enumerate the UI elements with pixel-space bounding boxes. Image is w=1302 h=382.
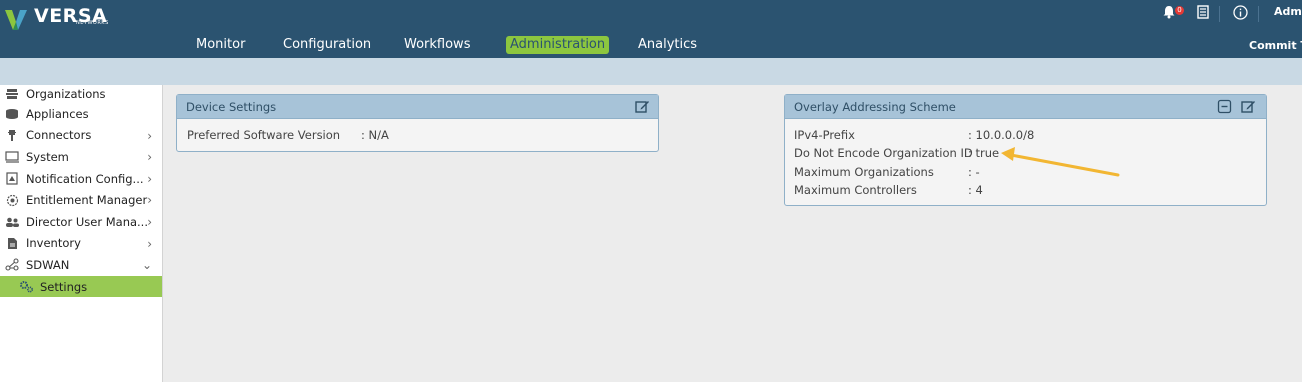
sidebar-item-inventory[interactable]: Inventory ›	[0, 233, 162, 255]
versa-logo[interactable]: VERSA	[4, 6, 107, 32]
connectors-icon	[4, 128, 20, 142]
field-label: Maximum Controllers	[794, 183, 917, 197]
sidebar-item-settings[interactable]: Settings	[0, 275, 162, 298]
inventory-icon	[4, 236, 20, 250]
sidebar: Organizations Appliances Connectors › Sy…	[0, 85, 163, 382]
organizations-icon	[4, 87, 20, 101]
logo-subtext: NETWORKS	[76, 20, 109, 26]
sidebar-item-label: Notification Config...	[26, 171, 144, 186]
sidebar-item-appliances[interactable]: Appliances	[0, 103, 162, 125]
sidebar-item-label: System	[26, 149, 69, 164]
sidebar-item-organizations[interactable]: Organizations	[0, 85, 162, 103]
sidebar-item-label: Organizations	[26, 87, 106, 101]
header-separator	[1258, 6, 1259, 22]
minus-square-icon	[1217, 99, 1232, 114]
entitlement-icon	[4, 193, 20, 207]
annotation-arrow	[1001, 147, 1120, 177]
sidebar-item-label: Appliances	[26, 106, 89, 121]
nav-configuration[interactable]: Configuration	[283, 36, 371, 54]
system-icon	[4, 150, 20, 164]
edit-icon	[1241, 101, 1255, 113]
field-value: : N/A	[361, 128, 389, 142]
versa-logo-icon	[5, 10, 27, 30]
chevron-right-icon[interactable]: ›	[147, 150, 152, 164]
chevron-down-icon[interactable]: ⌄	[142, 258, 152, 272]
users-icon	[4, 215, 20, 229]
notification-icon	[4, 172, 20, 186]
sub-header-strip	[0, 58, 1302, 85]
field-label: Do Not Encode Organization ID	[794, 146, 973, 160]
overlay-addressing-header: Overlay Addressing Scheme	[785, 95, 1266, 119]
info-button[interactable]	[1233, 5, 1248, 25]
sidebar-item-sdwan[interactable]: SDWAN ⌄	[0, 254, 162, 276]
appliances-icon	[4, 107, 20, 121]
device-settings-header: Device Settings	[177, 95, 658, 119]
field-label: IPv4-Prefix	[794, 128, 855, 142]
field-label: Maximum Organizations	[794, 165, 934, 179]
sidebar-item-label: Entitlement Manager	[26, 193, 148, 208]
sidebar-item-entitlement-manager[interactable]: Entitlement Manager ›	[0, 189, 162, 211]
edit-button[interactable]	[1241, 99, 1256, 114]
nav-administration[interactable]: Administration	[506, 36, 610, 54]
field-value: : -	[968, 165, 980, 179]
sidebar-item-label: Connectors	[26, 128, 92, 143]
bell-icon	[1163, 6, 1175, 19]
panel-title: Device Settings	[186, 99, 277, 114]
top-header: VERSA NETWORKS Monitor Configuration Wor…	[0, 0, 1302, 58]
tasks-button[interactable]	[1197, 5, 1209, 24]
sidebar-item-director-user-management[interactable]: Director User Mana... ›	[0, 211, 162, 233]
field-value: : 4	[968, 183, 983, 197]
commit-button[interactable]: Commit Te	[1249, 39, 1302, 52]
header-separator	[1219, 6, 1220, 22]
edit-button[interactable]	[635, 99, 650, 114]
info-icon	[1233, 5, 1248, 20]
sidebar-item-connectors[interactable]: Connectors ›	[0, 125, 162, 147]
field-label: Preferred Software Version	[187, 128, 341, 142]
nav-analytics[interactable]: Analytics	[638, 36, 697, 54]
sidebar-item-label: Inventory	[26, 236, 81, 251]
notifications-button[interactable]: 0	[1162, 5, 1184, 24]
field-value: : 10.0.0.0/8	[968, 128, 1035, 142]
edit-icon	[635, 101, 649, 113]
nav-monitor[interactable]: Monitor	[196, 36, 245, 54]
sidebar-item-label: SDWAN	[26, 257, 70, 272]
collapse-button[interactable]	[1217, 99, 1232, 114]
chevron-right-icon[interactable]: ›	[147, 172, 152, 186]
device-settings-panel: Device Settings Preferred Software Versi…	[176, 94, 659, 152]
chevron-right-icon[interactable]: ›	[147, 215, 152, 229]
nav-workflows[interactable]: Workflows	[404, 36, 470, 54]
sdwan-icon	[4, 258, 20, 272]
sidebar-item-label: Director User Mana...	[26, 214, 148, 229]
notification-badge: 0	[1175, 6, 1184, 15]
sidebar-item-notification-config[interactable]: Notification Config... ›	[0, 168, 162, 190]
chevron-right-icon[interactable]: ›	[147, 237, 152, 251]
panel-title: Overlay Addressing Scheme	[794, 99, 956, 114]
sidebar-item-label: Settings	[40, 279, 88, 294]
user-menu[interactable]: Admi	[1274, 5, 1302, 18]
sidebar-item-system[interactable]: System ›	[0, 146, 162, 168]
clipboard-icon	[1197, 5, 1209, 19]
chevron-right-icon[interactable]: ›	[147, 193, 152, 207]
settings-icon	[18, 280, 34, 294]
chevron-right-icon[interactable]: ›	[147, 129, 152, 143]
